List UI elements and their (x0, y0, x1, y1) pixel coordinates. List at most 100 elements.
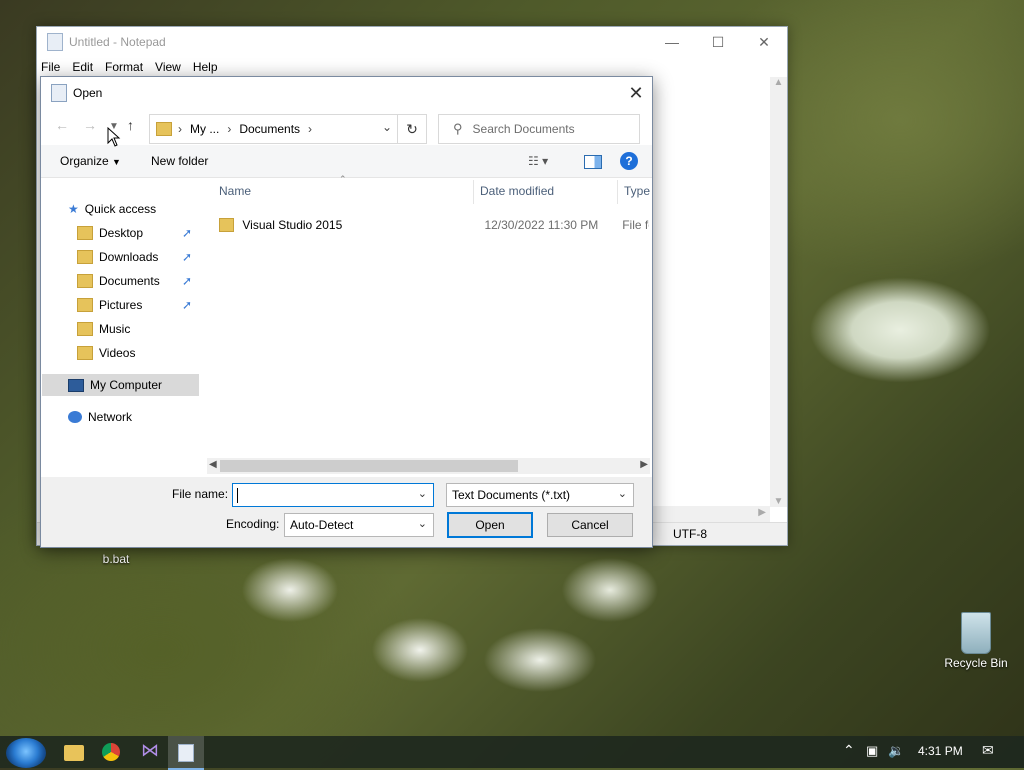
volume-icon[interactable]: 🔉 (888, 743, 904, 759)
refresh-icon[interactable]: ↻ (397, 115, 426, 143)
chevron-down-icon: ⌄ (617, 488, 627, 500)
nav-item-videos[interactable]: Videos (77, 342, 135, 364)
file-date: 12/30/2022 11:30 PM (484, 218, 599, 232)
chevron-up-icon[interactable]: ⌃ (843, 742, 855, 759)
nav-quick-access[interactable]: ★ Quick access (68, 198, 156, 220)
nav-label: My Computer (90, 378, 163, 392)
new-folder-button[interactable]: New folder (151, 154, 208, 168)
folder-icon (77, 322, 93, 336)
pin-icon: ➚ (182, 274, 193, 288)
search-input[interactable]: ⚲ Search Documents (438, 114, 640, 144)
breadcrumb-separator-icon: › (308, 122, 313, 136)
close-button[interactable]: ✕ (741, 27, 787, 57)
recycle-bin[interactable]: Recycle Bin (944, 612, 1008, 670)
minimize-button[interactable]: — (649, 27, 695, 57)
notifications-icon[interactable]: ✉ (982, 742, 994, 759)
dialog-titlebar[interactable]: Open ✕ (41, 77, 652, 109)
file-row[interactable]: Visual Studio 2015 12/30/2022 11:30 PM F… (219, 214, 649, 236)
preview-pane-icon[interactable] (584, 155, 602, 169)
file-name-input[interactable]: ⌄ (232, 483, 434, 507)
menu-file[interactable]: File (41, 60, 68, 74)
breadcrumb-documents[interactable]: Documents (239, 122, 300, 136)
dialog-footer: File name: ⌄ Text Documents (*.txt) ⌄ En… (41, 477, 652, 547)
taskbar: ⋈ ⌃ ▣ 🔉 4:31 PM ✉ (0, 736, 1024, 770)
windows-start-icon[interactable] (6, 738, 46, 768)
folder-icon (77, 226, 93, 240)
view-options-icon[interactable]: ☷ ▾ (528, 154, 548, 168)
nav-label: Quick access (84, 202, 157, 216)
nav-item-music[interactable]: Music (77, 318, 130, 340)
column-divider[interactable] (617, 180, 618, 204)
notepad-icon (178, 744, 194, 762)
scroll-left-icon[interactable]: ◀ (209, 459, 217, 470)
clock[interactable]: 4:31 PM (918, 744, 963, 758)
nav-label: Network (88, 410, 133, 424)
nav-my-computer[interactable]: My Computer (42, 374, 199, 396)
chevron-down-icon[interactable]: ⌄ (418, 487, 427, 500)
cancel-button[interactable]: Cancel (547, 513, 633, 537)
forward-arrow-icon[interactable]: → (83, 117, 97, 133)
nav-item-pictures[interactable]: Pictures (77, 294, 142, 316)
file-type-select[interactable]: Text Documents (*.txt) ⌄ (446, 483, 634, 507)
organize-button[interactable]: Organize ▼ (60, 154, 121, 168)
chevron-down-icon: ⌄ (417, 518, 427, 530)
menu-view[interactable]: View (155, 60, 189, 74)
column-date-modified[interactable]: Date modified (480, 184, 554, 198)
folder-icon (77, 346, 93, 360)
file-list-scrollbar[interactable]: ◀ ▶ (207, 458, 650, 474)
file-type-value: Text Documents (*.txt) (452, 488, 571, 502)
encoding-label: Encoding: (226, 517, 280, 531)
up-arrow-icon[interactable]: ↑ (127, 117, 134, 133)
nav-item-documents[interactable]: Documents (77, 270, 160, 292)
encoding-select[interactable]: Auto-Detect ⌄ (284, 513, 434, 537)
nav-item-downloads[interactable]: Downloads (77, 246, 158, 268)
star-icon: ★ (68, 202, 79, 216)
address-bar[interactable]: › My ... › Documents › ⌄ ↻ (149, 114, 427, 144)
nav-network[interactable]: Network (68, 406, 132, 428)
visual-studio-icon[interactable]: ⋈ (139, 740, 161, 764)
breadcrumb-my[interactable]: My ... (190, 122, 219, 136)
recycle-bin-icon (961, 612, 991, 654)
nav-label: Desktop (99, 226, 144, 240)
notepad-app-icon (47, 33, 63, 51)
dialog-app-icon (51, 84, 67, 102)
nav-item-desktop[interactable]: Desktop (77, 222, 143, 244)
column-name[interactable]: Name (219, 184, 251, 198)
scroll-down-icon[interactable]: ▼ (770, 496, 787, 507)
mouse-cursor-icon (107, 127, 121, 147)
bat-file[interactable]: b.bat (92, 552, 140, 566)
dialog-close-button[interactable]: ✕ (620, 77, 652, 109)
search-placeholder: Search Documents (472, 122, 575, 136)
folder-icon (77, 274, 93, 288)
file-name-label: File name: (172, 487, 229, 501)
back-arrow-icon[interactable]: ← (55, 117, 69, 133)
file-explorer-icon[interactable] (64, 745, 84, 761)
notepad-vertical-scrollbar[interactable]: ▲ ▼ (770, 77, 787, 507)
scroll-right-icon[interactable]: ▶ (758, 507, 766, 518)
column-type[interactable]: Type (624, 184, 650, 198)
network-icon (68, 411, 82, 423)
chrome-icon[interactable] (102, 743, 120, 761)
column-divider[interactable] (473, 180, 474, 204)
chevron-down-icon[interactable]: ⌄ (382, 120, 392, 134)
menu-format[interactable]: Format (105, 60, 151, 74)
open-dialog: Open ✕ ← → ▼ ↑ › My ... › Documents › ⌄ … (40, 76, 653, 548)
maximize-button[interactable]: ☐ (695, 27, 741, 57)
bat-file-label: b.bat (102, 552, 130, 566)
organize-label: Organize (60, 154, 109, 168)
open-button[interactable]: Open (447, 512, 533, 538)
file-type: File fo (622, 218, 649, 232)
scroll-up-icon[interactable]: ▲ (770, 77, 787, 88)
scroll-thumb[interactable] (220, 460, 518, 472)
menu-help[interactable]: Help (193, 60, 226, 74)
notepad-titlebar[interactable]: Untitled - Notepad — ☐ ✕ (37, 27, 787, 57)
sort-ascending-icon: ⌃ (339, 174, 347, 184)
breadcrumb-separator-icon: › (227, 122, 232, 136)
dialog-title: Open (73, 86, 103, 100)
help-icon[interactable]: ? (620, 152, 638, 170)
menu-edit[interactable]: Edit (72, 60, 101, 74)
network-tray-icon[interactable]: ▣ (866, 743, 878, 759)
notepad-taskbar-button[interactable] (168, 736, 204, 770)
notepad-horizontal-scrollbar[interactable]: ▶ (651, 506, 770, 522)
scroll-right-icon[interactable]: ▶ (640, 459, 648, 470)
